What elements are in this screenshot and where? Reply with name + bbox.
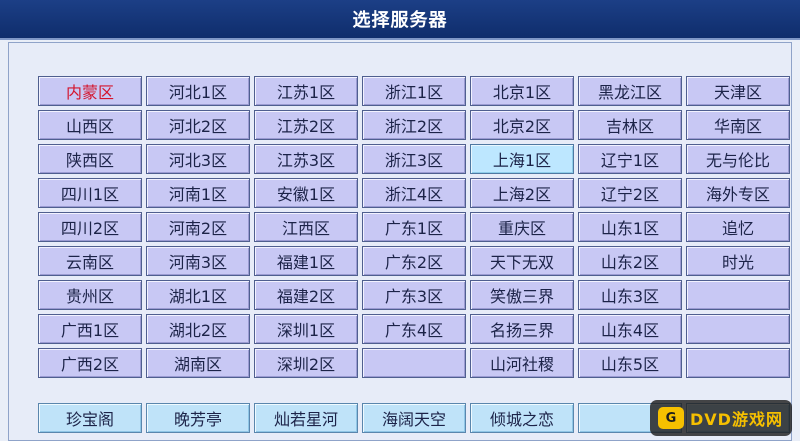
server-button[interactable]: 山西区 bbox=[38, 110, 142, 140]
server-button[interactable]: 河南1区 bbox=[146, 178, 250, 208]
watermark-logo-icon: G bbox=[658, 407, 684, 429]
server-button[interactable]: 福建1区 bbox=[254, 246, 358, 276]
server-button[interactable]: 海外专区 bbox=[686, 178, 790, 208]
server-button[interactable]: 上海1区 bbox=[470, 144, 574, 174]
special-server-button[interactable]: 珍宝阁 bbox=[38, 403, 142, 433]
server-button[interactable]: 湖北2区 bbox=[146, 314, 250, 344]
server-button[interactable]: 河北1区 bbox=[146, 76, 250, 106]
server-button[interactable]: 上海2区 bbox=[470, 178, 574, 208]
server-button[interactable]: 广西1区 bbox=[38, 314, 142, 344]
server-button[interactable]: 广东1区 bbox=[362, 212, 466, 242]
server-button[interactable]: 北京1区 bbox=[470, 76, 574, 106]
special-server-button[interactable]: 灿若星河 bbox=[254, 403, 358, 433]
server-button[interactable]: 湖北1区 bbox=[146, 280, 250, 310]
server-button[interactable]: 河南3区 bbox=[146, 246, 250, 276]
server-button[interactable]: 广东3区 bbox=[362, 280, 466, 310]
server-button[interactable]: 追忆 bbox=[686, 212, 790, 242]
server-button[interactable]: 安徽1区 bbox=[254, 178, 358, 208]
server-button[interactable]: 河北2区 bbox=[146, 110, 250, 140]
server-button[interactable]: 深圳2区 bbox=[254, 348, 358, 378]
page-title: 选择服务器 bbox=[352, 10, 448, 31]
server-button[interactable]: 陕西区 bbox=[38, 144, 142, 174]
watermark: G DVD游戏网 bbox=[650, 400, 792, 436]
server-button[interactable]: 吉林区 bbox=[578, 110, 682, 140]
server-button[interactable]: 湖南区 bbox=[146, 348, 250, 378]
server-button[interactable]: 山东1区 bbox=[578, 212, 682, 242]
server-button[interactable]: 广西2区 bbox=[38, 348, 142, 378]
server-button[interactable]: 北京2区 bbox=[470, 110, 574, 140]
server-button[interactable]: 浙江4区 bbox=[362, 178, 466, 208]
title-bar: 选择服务器 bbox=[0, 0, 800, 40]
server-button[interactable]: 广东2区 bbox=[362, 246, 466, 276]
server-button[interactable]: 重庆区 bbox=[470, 212, 574, 242]
server-button[interactable]: 河北3区 bbox=[146, 144, 250, 174]
server-button[interactable]: 四川1区 bbox=[38, 178, 142, 208]
server-button[interactable]: 广东4区 bbox=[362, 314, 466, 344]
server-button[interactable]: 名扬三界 bbox=[470, 314, 574, 344]
server-button[interactable]: 四川2区 bbox=[38, 212, 142, 242]
server-button[interactable]: 浙江1区 bbox=[362, 76, 466, 106]
server-button[interactable]: 时光 bbox=[686, 246, 790, 276]
server-button[interactable]: 云南区 bbox=[38, 246, 142, 276]
server-button[interactable]: 内蒙区 bbox=[38, 76, 142, 106]
server-button[interactable]: 江苏1区 bbox=[254, 76, 358, 106]
empty-server-slot bbox=[362, 348, 466, 378]
server-button[interactable]: 山东5区 bbox=[578, 348, 682, 378]
server-button[interactable]: 江苏2区 bbox=[254, 110, 358, 140]
server-button[interactable]: 福建2区 bbox=[254, 280, 358, 310]
server-button[interactable]: 河南2区 bbox=[146, 212, 250, 242]
server-button[interactable]: 无与伦比 bbox=[686, 144, 790, 174]
special-server-button[interactable]: 海阔天空 bbox=[362, 403, 466, 433]
server-button[interactable]: 笑傲三界 bbox=[470, 280, 574, 310]
server-button[interactable]: 浙江3区 bbox=[362, 144, 466, 174]
server-button[interactable]: 山河社稷 bbox=[470, 348, 574, 378]
server-button[interactable]: 辽宁2区 bbox=[578, 178, 682, 208]
server-button[interactable]: 山东4区 bbox=[578, 314, 682, 344]
special-server-button[interactable]: 倾城之恋 bbox=[470, 403, 574, 433]
server-button[interactable]: 黑龙江区 bbox=[578, 76, 682, 106]
server-button[interactable]: 深圳1区 bbox=[254, 314, 358, 344]
server-grid: 内蒙区 河北1区 江苏1区 浙江1区 北京1区 黑龙江区 天津区山西区 河北2区 江苏2区 浙江2… bbox=[38, 76, 790, 378]
watermark-text: DVD游戏网 bbox=[690, 410, 783, 429]
special-server-button[interactable]: 晚芳亭 bbox=[146, 403, 250, 433]
server-button[interactable]: 天下无双 bbox=[470, 246, 574, 276]
empty-server-slot bbox=[686, 348, 790, 378]
server-button[interactable]: 华南区 bbox=[686, 110, 790, 140]
server-button[interactable]: 贵州区 bbox=[38, 280, 142, 310]
empty-server-slot bbox=[686, 280, 790, 310]
server-button[interactable]: 江苏3区 bbox=[254, 144, 358, 174]
server-button[interactable]: 浙江2区 bbox=[362, 110, 466, 140]
server-button[interactable]: 江西区 bbox=[254, 212, 358, 242]
empty-server-slot bbox=[686, 314, 790, 344]
server-button[interactable]: 天津区 bbox=[686, 76, 790, 106]
server-button[interactable]: 山东2区 bbox=[578, 246, 682, 276]
server-button[interactable]: 辽宁1区 bbox=[578, 144, 682, 174]
server-button[interactable]: 山东3区 bbox=[578, 280, 682, 310]
